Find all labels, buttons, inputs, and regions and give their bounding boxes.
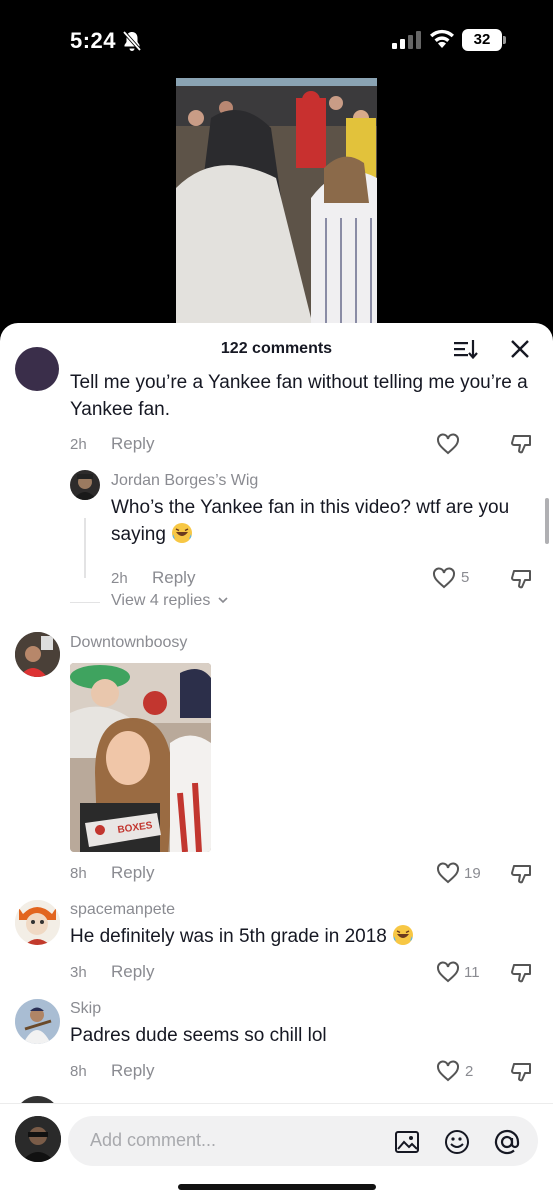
avatar[interactable] xyxy=(15,347,59,391)
heart-icon[interactable] xyxy=(436,433,460,455)
reply-item: Jordan Borges’s Wig Who’s the Yankee fan… xyxy=(0,463,553,593)
view-replies-divider xyxy=(70,602,100,603)
reply-button[interactable]: Reply xyxy=(111,434,154,454)
view-replies-button[interactable]: View 4 replies xyxy=(111,592,229,610)
like-count: 11 xyxy=(464,964,480,981)
avatar[interactable] xyxy=(15,900,60,945)
video-player[interactable] xyxy=(176,78,377,328)
avatar[interactable] xyxy=(15,632,60,677)
comment-input-bar: Add comment... xyxy=(0,1103,553,1200)
laughing-emoji-icon xyxy=(172,523,193,543)
thumbs-down-icon[interactable] xyxy=(511,962,533,984)
comment-time: 8h xyxy=(70,1063,87,1080)
battery-indicator: 32 xyxy=(462,29,506,51)
chevron-down-icon xyxy=(218,597,228,604)
bell-slash-icon xyxy=(122,30,142,52)
scrollbar[interactable] xyxy=(545,498,549,544)
screen: 5:24 32 122 comments Tell me you’re a Ya… xyxy=(0,0,553,1200)
comments-sheet: 122 comments Tell me you’re a Yankee fan… xyxy=(0,323,553,1200)
comment-time: 3h xyxy=(70,964,87,981)
comment-item: Tell me you’re a Yankee fan without tell… xyxy=(0,323,553,463)
view-replies-label: View 4 replies xyxy=(111,592,211,609)
status-bar: 5:24 32 xyxy=(0,0,553,80)
home-indicator xyxy=(178,1184,376,1190)
video-frame xyxy=(176,78,377,328)
reply-button[interactable]: Reply xyxy=(111,1061,154,1081)
comment-input-placeholder: Add comment... xyxy=(90,1130,217,1150)
reply-button[interactable]: Reply xyxy=(152,568,195,588)
commenter-name[interactable]: Jordan Borges’s Wig xyxy=(111,472,258,490)
current-user-avatar[interactable] xyxy=(15,1116,61,1162)
comment-image-graphic: BOXES xyxy=(70,663,211,852)
status-time: 5:24 xyxy=(70,28,117,53)
comment-time: 2h xyxy=(70,436,87,453)
reply-button[interactable]: Reply xyxy=(111,962,154,982)
like-count: 5 xyxy=(461,569,470,586)
thumbs-down-icon[interactable] xyxy=(511,433,533,455)
image-icon[interactable] xyxy=(394,1129,420,1155)
commenter-name[interactable]: Skip xyxy=(70,1000,101,1018)
comment-text: Tell me you’re a Yankee fan without tell… xyxy=(70,372,528,420)
thumbs-down-icon[interactable] xyxy=(511,863,533,885)
heart-icon[interactable] xyxy=(432,567,456,589)
comment-time: 8h xyxy=(70,865,87,882)
comment-item: Downtownboosy BOXES 8h Reply 19 xyxy=(0,623,553,893)
like-count: 2 xyxy=(465,1063,474,1080)
comment-image[interactable]: BOXES xyxy=(70,663,211,852)
comment-text: Padres dude seems so chill lol xyxy=(70,1025,327,1046)
heart-icon[interactable] xyxy=(436,862,460,884)
heart-icon[interactable] xyxy=(436,961,460,983)
thumbs-down-icon[interactable] xyxy=(511,568,533,590)
comment-text: He definitely was in 5th grade in 2018 xyxy=(70,923,545,950)
comment-text: Who’s the Yankee fan in this video? wtf … xyxy=(111,494,541,548)
wifi-icon xyxy=(430,29,454,48)
laughing-emoji-icon xyxy=(393,925,414,945)
avatar[interactable] xyxy=(15,999,60,1044)
reply-button[interactable]: Reply xyxy=(111,863,154,883)
emoji-icon[interactable] xyxy=(444,1129,470,1155)
like-count: 19 xyxy=(464,865,481,882)
at-icon[interactable] xyxy=(494,1129,520,1155)
commenter-name[interactable]: Downtownboosy xyxy=(70,634,187,652)
comment-item: spacemanpete He definitely was in 5th gr… xyxy=(0,893,553,993)
comment-input[interactable]: Add comment... xyxy=(68,1116,538,1166)
signal-icon xyxy=(392,31,421,49)
comment-text-content: He definitely was in 5th grade in 2018 xyxy=(70,926,387,947)
comment-item: Skip Padres dude seems so chill lol 8h R… xyxy=(0,993,553,1093)
thumbs-down-icon[interactable] xyxy=(511,1061,533,1083)
heart-icon[interactable] xyxy=(436,1060,460,1082)
commenter-name[interactable]: spacemanpete xyxy=(70,901,175,919)
avatar[interactable] xyxy=(70,470,100,500)
comment-time: 2h xyxy=(111,570,128,587)
